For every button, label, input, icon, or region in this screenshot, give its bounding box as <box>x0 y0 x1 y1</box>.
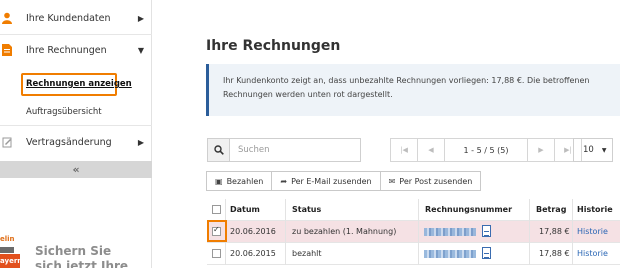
first-page-icon: |◀ <box>400 146 408 154</box>
sidebar: Ihre Kundendaten ▶ Ihre Rechnungen ▼ Rec… <box>0 0 152 268</box>
chevron-right-icon: ▶ <box>137 13 144 23</box>
promo-image-text: ayern <box>0 257 20 265</box>
sidebar-item-label: Vertragsänderung <box>26 136 112 148</box>
prev-page-button[interactable]: ◀ <box>417 138 445 162</box>
subitem-auftragsuebersicht[interactable]: Auftragsübersicht <box>26 107 102 117</box>
chevron-down-icon: ▼ <box>137 45 144 55</box>
pagination: |◀ ◀ 1 - 5 / 5 (5) ▶ ▶| <box>390 138 582 162</box>
email-button-label: Per E-Mail zusenden <box>291 176 372 186</box>
share-icon: ➦ <box>280 176 288 186</box>
page-info: 1 - 5 / 5 (5) <box>444 138 528 162</box>
table-row[interactable]: 20.06.2016 zu bezahlen (1. Mahnung) 17,8… <box>207 221 620 243</box>
payment-icon: ▣ <box>215 176 223 186</box>
prev-page-icon: ◀ <box>428 146 434 154</box>
action-toolbar: ▣ Bezahlen ➦ Per E-Mail zusenden ✉ Per P… <box>206 171 482 191</box>
chevron-right-icon: ▶ <box>137 137 144 147</box>
user-icon <box>2 12 12 24</box>
per-page-select[interactable]: 10 ▼ <box>573 138 613 162</box>
sidebar-item-kundendaten[interactable]: Ihre Kundendaten ▶ <box>0 1 152 35</box>
post-button-label: Per Post zusenden <box>399 176 473 186</box>
header-betrag[interactable]: Betrag <box>536 205 566 214</box>
pay-button-label: Bezahlen <box>226 176 264 186</box>
search-input[interactable]: Suchen <box>238 145 269 155</box>
row-amount: 17,88 € <box>539 249 570 258</box>
document-icon <box>2 44 12 56</box>
next-page-button[interactable]: ▶ <box>527 138 555 162</box>
header-rechnungsnummer[interactable]: Rechnungsnummer <box>425 205 512 214</box>
pdf-icon[interactable] <box>482 225 491 237</box>
double-chevron-left-icon: « <box>72 163 80 176</box>
sidebar-item-vertragsaenderung[interactable]: Vertragsänderung ▶ <box>0 125 152 159</box>
pdf-icon[interactable] <box>482 247 491 259</box>
next-page-icon: ▶ <box>538 146 544 154</box>
row-amount: 17,88 € <box>539 227 570 236</box>
first-page-button[interactable]: |◀ <box>390 138 418 162</box>
page-title: Ihre Rechnungen <box>206 38 341 54</box>
row-date: 20.06.2015 <box>230 249 276 258</box>
select-all-checkbox[interactable] <box>212 205 221 214</box>
invoice-number-blurred <box>424 250 476 258</box>
invoice-number-blurred <box>424 228 476 236</box>
promo-text: Sichern Sie sich jetzt Ihre <box>35 244 129 268</box>
header-historie[interactable]: Historie <box>577 205 613 214</box>
row-history-link[interactable]: Historie <box>577 227 608 236</box>
per-page-value: 10 <box>583 145 594 155</box>
search-box[interactable]: Suchen <box>207 138 361 162</box>
sidebar-collapse-button[interactable]: « <box>0 161 152 178</box>
row-date: 20.06.2016 <box>230 227 276 236</box>
row-status: zu bezahlen (1. Mahnung) <box>292 227 397 236</box>
sidebar-item-rechnungen[interactable]: Ihre Rechnungen ▼ <box>0 33 152 67</box>
checkbox-highlight-box <box>207 220 227 242</box>
email-button[interactable]: ➦ Per E-Mail zusenden <box>271 171 381 191</box>
header-status[interactable]: Status <box>292 205 321 214</box>
info-text: Ihr Kundenkonto zeigt an, dass unbezahlt… <box>223 76 590 99</box>
row-checkbox[interactable] <box>212 249 221 258</box>
sidebar-item-label: Ihre Rechnungen <box>26 44 107 56</box>
info-box: Ihr Kundenkonto zeigt an, dass unbezahlt… <box>206 64 620 116</box>
table-header: Datum Status Rechnungsnummer Betrag Hist… <box>207 199 620 221</box>
chevron-down-icon: ▼ <box>601 146 607 154</box>
promo-image: elin ayern <box>0 232 20 268</box>
edit-icon <box>2 137 12 148</box>
envelope-icon: ✉ <box>388 176 396 186</box>
search-icon[interactable] <box>208 139 230 161</box>
pay-button[interactable]: ▣ Bezahlen <box>206 171 273 191</box>
promo-image-text: elin <box>0 235 15 243</box>
row-history-link[interactable]: Historie <box>577 249 608 258</box>
subitem-rechnungen-anzeigen[interactable]: Rechnungen anzeigen <box>26 79 132 89</box>
row-status: bezahlt <box>292 249 322 258</box>
table-row[interactable]: 20.06.2015 bezahlt 17,88 € Historie <box>207 243 620 265</box>
header-datum[interactable]: Datum <box>230 205 260 214</box>
last-page-icon: ▶| <box>564 146 572 154</box>
sidebar-item-label: Ihre Kundendaten <box>26 12 111 24</box>
post-button[interactable]: ✉ Per Post zusenden <box>379 171 482 191</box>
